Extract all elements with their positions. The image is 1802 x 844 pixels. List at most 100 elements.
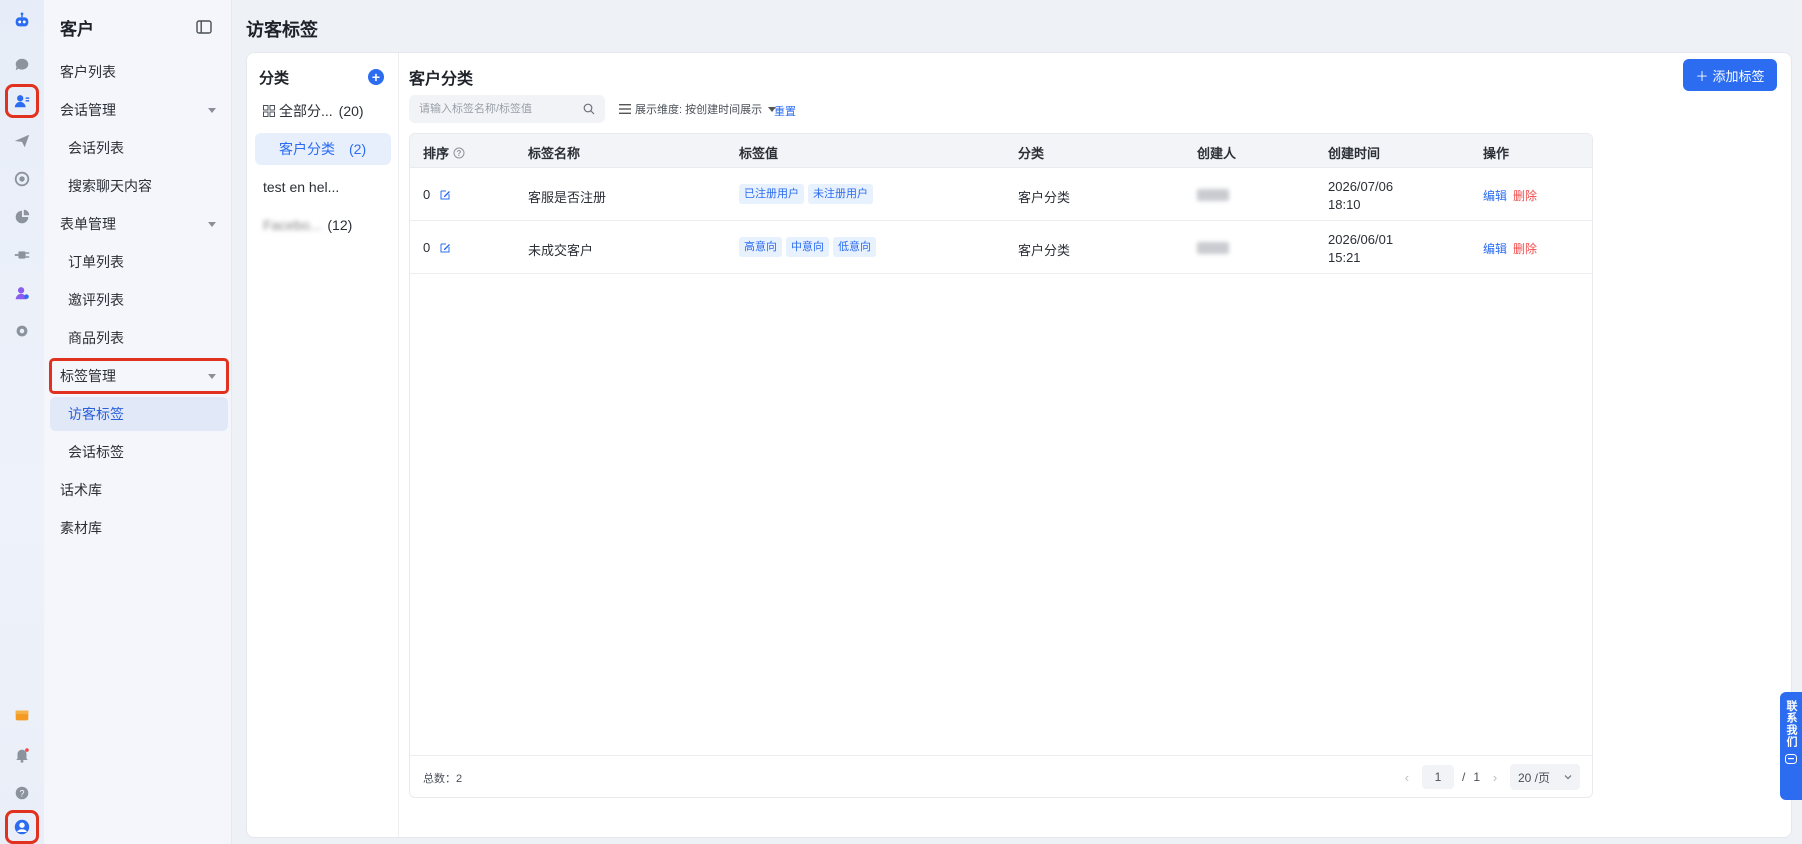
tag-values-cell: 高意向 中意向 低意向 — [739, 237, 880, 257]
page-input[interactable]: 1 — [1421, 765, 1454, 789]
search-input[interactable] — [419, 103, 569, 115]
search-box[interactable] — [409, 95, 605, 123]
nav-session-list[interactable]: 会话列表 — [50, 131, 228, 165]
plugin-icon[interactable] — [7, 240, 37, 270]
nav-order-list[interactable]: 订单列表 — [50, 245, 228, 279]
category-cell: 客户分类 — [1018, 243, 1071, 258]
delete-link[interactable]: 删除 — [1513, 189, 1537, 203]
plus-icon: ＋ — [1695, 68, 1709, 84]
actions-cell: 编辑 删除 — [1483, 187, 1537, 204]
question-circle-icon[interactable]: ? — [453, 147, 465, 159]
category-all[interactable]: 全部分... (20) — [255, 95, 391, 127]
contact-us-tab[interactable]: 联系我们 — [1780, 692, 1802, 800]
nav-label: 邀评列表 — [68, 292, 124, 308]
chat-bubble-icon — [1785, 754, 1797, 764]
order-cell: 0 — [423, 187, 451, 202]
nav-script-library[interactable]: 话术库 — [50, 473, 228, 507]
page-separator: / — [1461, 770, 1466, 784]
customer-icon[interactable] — [5, 84, 39, 118]
settings-gear-icon[interactable] — [7, 316, 37, 346]
created-time: 18:10 — [1328, 197, 1361, 212]
category-customer[interactable]: 客户分类 (2) — [255, 133, 391, 165]
created-time: 15:21 — [1328, 250, 1361, 265]
category-panel: 分类 + 全部分... (20) 客户分类 (2) test en hel...… — [247, 53, 399, 837]
agent-icon[interactable] — [7, 278, 37, 308]
dimension-label: 展示维度: 按创建时间展示 — [635, 104, 763, 116]
nav-form-management[interactable]: 表单管理 — [50, 207, 228, 241]
order-cell: 0 — [423, 240, 451, 255]
chat-icon[interactable] — [7, 50, 37, 80]
pagination: ‹ 1 / 1 › 20 /页 — [1400, 764, 1580, 790]
nav-session-tags[interactable]: 会话标签 — [50, 435, 228, 469]
created-time-cell: 2026/07/06 18:10 — [1328, 178, 1393, 214]
category-cell: 客户分类 — [1018, 190, 1071, 205]
nav-tag-management[interactable]: 标签管理 — [49, 358, 229, 394]
main-area: 访客标签 分类 + 全部分... (20) 客户分类 (2) test en h… — [232, 0, 1802, 844]
nav-search-chat[interactable]: 搜索聊天内容 — [50, 169, 228, 203]
reset-link[interactable]: 重置 — [774, 103, 796, 119]
subnav-header: 客户 — [44, 0, 231, 54]
tag-value-chip: 中意向 — [786, 237, 829, 257]
user-avatar-icon[interactable] — [5, 810, 39, 844]
robot-logo-icon[interactable] — [7, 6, 37, 36]
caret-down-icon — [208, 107, 216, 113]
search-icon[interactable] — [583, 103, 595, 115]
category-facebook[interactable]: Facebo... (12) — [255, 209, 391, 241]
nav-review-list[interactable]: 邀评列表 — [50, 283, 228, 317]
table-row: 0 未成交客户 高意向 中意向 低意向 客户分类 2026/06/01 15:21 … — [410, 221, 1592, 274]
nav-material-library[interactable]: 素材库 — [50, 511, 228, 545]
icon-rail: ? — [0, 0, 44, 844]
order-value: 0 — [423, 240, 431, 255]
add-category-icon[interactable]: + — [368, 69, 384, 85]
category-label: 客户分类 — [279, 141, 335, 157]
nav-label: 商品列表 — [68, 330, 124, 346]
edit-link[interactable]: 编辑 — [1483, 189, 1507, 203]
page-size-select[interactable]: 20 /页 — [1510, 764, 1580, 790]
send-icon[interactable] — [7, 126, 37, 156]
target-icon[interactable] — [7, 164, 37, 194]
notification-bell-icon[interactable] — [7, 740, 37, 770]
add-tag-button[interactable]: ＋ 添加标签 — [1683, 59, 1777, 91]
tag-value-chip: 未注册用户 — [808, 184, 873, 204]
next-page-icon[interactable]: › — [1488, 770, 1502, 785]
table-header: 排序 ? 标签名称 标签值 分类 创建人 创建时间 操作 — [410, 134, 1592, 168]
nav-label: 表单管理 — [60, 216, 116, 232]
sidebar-collapse-icon[interactable] — [195, 18, 213, 36]
category-header: 分类 + — [259, 65, 384, 89]
nav-label: 客户列表 — [60, 64, 116, 80]
category-test[interactable]: test en hel... — [255, 171, 391, 203]
category-count: (20) — [338, 103, 364, 119]
chevron-down-icon — [1564, 775, 1572, 780]
help-icon[interactable]: ? — [7, 778, 37, 808]
pie-chart-icon[interactable] — [7, 202, 37, 232]
nav-product-list[interactable]: 商品列表 — [50, 321, 228, 355]
header-values: 标签值 — [739, 146, 779, 161]
nav-visitor-tags[interactable]: 访客标签 — [50, 397, 228, 431]
page-total: 1 — [1473, 770, 1480, 784]
edit-order-icon[interactable] — [440, 189, 451, 200]
header-order: 排序 ? — [423, 143, 465, 162]
nav-label: 素材库 — [60, 520, 102, 536]
delete-link[interactable]: 删除 — [1513, 242, 1537, 256]
category-label: Facebo... — [263, 217, 322, 233]
edit-order-icon[interactable] — [440, 242, 451, 253]
add-tag-label: 添加标签 — [1712, 68, 1765, 84]
tag-name-cell: 未成交客户 — [528, 243, 594, 258]
display-dimension-select[interactable]: 展示维度: 按创建时间展示 — [619, 99, 777, 119]
creator-avatar-blurred — [1197, 242, 1229, 254]
category-count: (12) — [327, 217, 353, 233]
header-created-time: 创建时间 — [1328, 146, 1381, 161]
header-actions: 操作 — [1483, 146, 1510, 161]
nav-label: 订单列表 — [68, 254, 124, 270]
nav-label: 话术库 — [60, 482, 102, 498]
page-size-label: 20 /页 — [1518, 770, 1551, 785]
header-label: 排序 — [423, 146, 450, 161]
caret-down-icon — [208, 221, 216, 227]
prev-page-icon[interactable]: ‹ — [1400, 770, 1414, 785]
nav-label: 搜索聊天内容 — [68, 178, 152, 194]
package-icon[interactable] — [7, 700, 37, 730]
table-footer: 总数：2 ‹ 1 / 1 › 20 /页 — [410, 755, 1592, 797]
nav-customer-list[interactable]: 客户列表 — [50, 55, 228, 89]
nav-session-management[interactable]: 会话管理 — [50, 93, 228, 127]
edit-link[interactable]: 编辑 — [1483, 242, 1507, 256]
